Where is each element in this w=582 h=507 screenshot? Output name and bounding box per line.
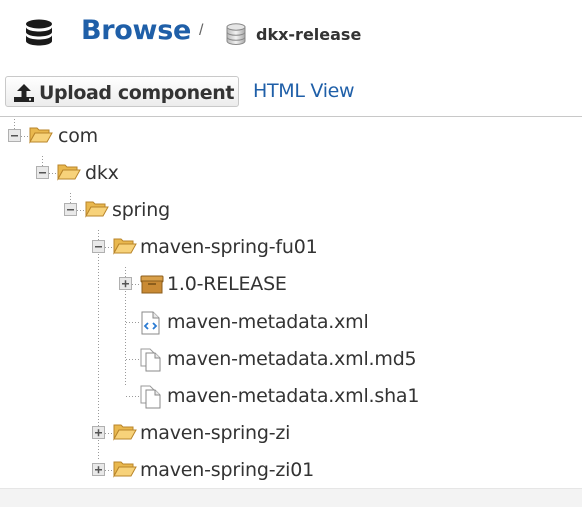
repository-icon — [226, 23, 246, 50]
xml-file-icon — [140, 311, 162, 340]
folder-open-icon — [29, 125, 53, 150]
html-view-link[interactable]: HTML View — [253, 80, 355, 102]
page-title: Browse — [81, 15, 191, 46]
file-icon — [140, 385, 162, 414]
tree-node-maven-spring-fu01[interactable]: maven-spring-fu01 — [0, 232, 340, 262]
upload-component-label: Upload component — [39, 82, 235, 104]
expand-icon[interactable] — [92, 463, 105, 476]
tree-node-label: 1.0-RELEASE — [167, 273, 287, 295]
collapse-icon[interactable] — [92, 240, 105, 253]
component-box-icon — [140, 273, 164, 300]
tree-node-label: spring — [112, 199, 170, 221]
tree-node-spring[interactable]: spring — [0, 195, 220, 225]
database-icon — [24, 19, 54, 54]
tree-node-label: maven-metadata.xml — [167, 311, 369, 333]
tree-node-label: com — [58, 125, 98, 147]
collapse-icon[interactable] — [64, 203, 77, 216]
repository-name[interactable]: dkx-release — [256, 25, 361, 44]
folder-icon — [113, 422, 137, 447]
tree-node-maven-spring-zi01[interactable]: maven-spring-zi01 — [0, 455, 340, 485]
collapse-icon[interactable] — [8, 129, 21, 142]
upload-icon — [13, 83, 35, 108]
folder-open-icon — [113, 236, 137, 261]
toolbar: Upload component HTML View — [0, 72, 582, 117]
tree-node-label: maven-metadata.xml.sha1 — [167, 385, 420, 407]
tree-node-maven-metadata-xml-sha1[interactable]: maven-metadata.xml.sha1 — [0, 381, 420, 411]
tree-node-dkx[interactable]: dkx — [0, 158, 200, 188]
tree-node-maven-spring-zi[interactable]: maven-spring-zi — [0, 418, 320, 448]
file-icon — [140, 348, 162, 377]
folder-open-icon — [85, 199, 109, 224]
folder-open-icon — [57, 162, 81, 187]
footer-bar — [0, 488, 582, 507]
browse-page: Browse / dkx-release Upload component HT… — [0, 0, 582, 507]
header: Browse / dkx-release — [0, 0, 582, 68]
tree-node-label: maven-spring-fu01 — [140, 236, 318, 258]
tree-node-label: maven-spring-zi — [140, 422, 291, 444]
tree-node-label: maven-metadata.xml.md5 — [167, 348, 417, 370]
expand-icon[interactable] — [92, 426, 105, 439]
folder-icon — [113, 459, 137, 484]
tree-node-maven-metadata-xml[interactable]: maven-metadata.xml — [0, 307, 380, 337]
tree-node-label: dkx — [85, 162, 119, 184]
upload-component-button[interactable]: Upload component — [5, 76, 239, 107]
tree-node-maven-metadata-xml-md5[interactable]: maven-metadata.xml.md5 — [0, 344, 420, 374]
tree-node-com[interactable]: com — [0, 121, 200, 151]
tree-node-label: maven-spring-zi01 — [140, 459, 315, 481]
expand-icon[interactable] — [119, 277, 132, 290]
collapse-icon[interactable] — [36, 166, 49, 179]
breadcrumb-separator: / — [199, 22, 204, 39]
repository-tree: com dkx spring maven-spring-fu01 1.0-REL… — [0, 117, 582, 488]
tree-node-1-0-release[interactable]: 1.0-RELEASE — [0, 269, 320, 299]
